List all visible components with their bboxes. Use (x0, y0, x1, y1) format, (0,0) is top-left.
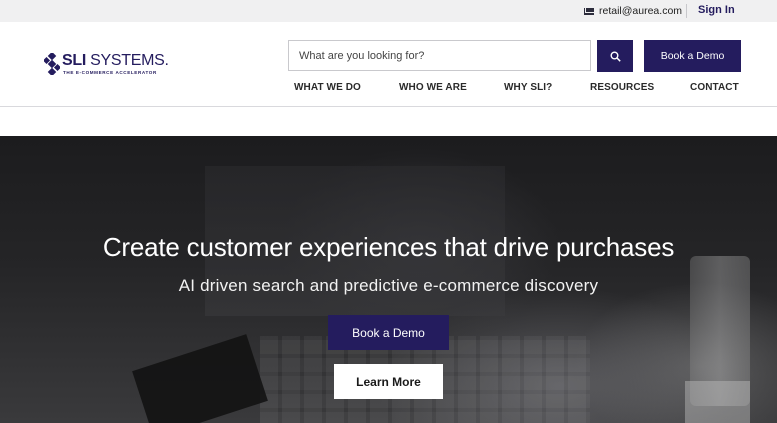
nav-item-who-we-are[interactable]: WHO WE ARE (399, 82, 467, 93)
nav-item-resources[interactable]: RESOURCES (590, 82, 654, 93)
sign-in-link[interactable]: Sign In (698, 4, 735, 16)
topbar-divider (686, 4, 687, 18)
hero-background-phone (685, 381, 750, 423)
search-button[interactable] (597, 40, 633, 72)
contact-email-text: retail@aurea.com (599, 5, 683, 17)
top-utility-bar: retail@aurea.com Sign In (0, 0, 777, 22)
book-demo-header-button[interactable]: Book a Demo (644, 40, 741, 72)
logo-tagline: THE E-COMMERCE ACCELERATOR (63, 70, 157, 75)
logo-wordmark-thin: SYSTEMS. (86, 52, 169, 69)
hero-headline: Create customer experiences that drive p… (102, 232, 675, 262)
site-header: SLI SYSTEMS. THE E-COMMERCE ACCELERATOR … (0, 22, 777, 107)
hero-book-demo-button[interactable]: Book a Demo (328, 315, 449, 350)
main-nav: WHAT WE DO WHO WE ARE WHY SLI? RESOURCES… (0, 82, 777, 96)
mail-icon (584, 7, 594, 15)
logo-wordmark-bold: SLI (62, 52, 86, 69)
hero-background-credit-card (132, 334, 268, 423)
site-logo[interactable]: SLI SYSTEMS. THE E-COMMERCE ACCELERATOR (44, 51, 169, 79)
sli-logo-icon (44, 53, 60, 75)
hero-subheadline: AI driven search and predictive e-commer… (178, 276, 599, 295)
search-input[interactable] (289, 41, 590, 70)
nav-item-what-we-do[interactable]: WHAT WE DO (294, 82, 361, 93)
search-icon (610, 51, 621, 62)
search-box (288, 40, 591, 71)
nav-item-contact[interactable]: CONTACT (690, 82, 739, 93)
hero-learn-more-button[interactable]: Learn More (334, 364, 443, 399)
logo-wordmark: SLI SYSTEMS. (62, 52, 169, 70)
hero-banner: Create customer experiences that drive p… (0, 136, 777, 423)
contact-email-link[interactable]: retail@aurea.com (584, 4, 682, 18)
nav-item-why-sli[interactable]: WHY SLI? (504, 82, 552, 93)
